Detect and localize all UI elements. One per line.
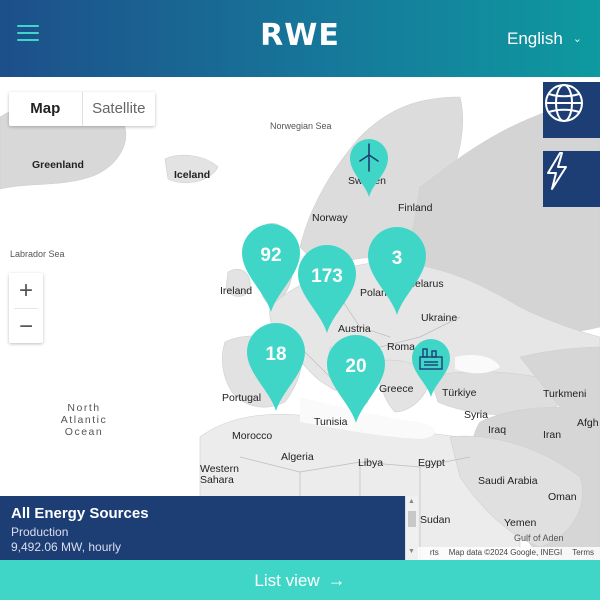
cluster-count: 92 xyxy=(260,245,282,266)
wind-turbine-icon xyxy=(350,139,388,197)
label-turkmenistan: Turkmeni xyxy=(543,388,587,400)
energy-summary-title: All Energy Sources xyxy=(11,505,149,522)
globe-button[interactable] xyxy=(543,82,600,138)
label-afghanistan: Afgh xyxy=(577,417,599,429)
label-western-sahara: Western Sahara xyxy=(200,463,239,486)
label-norway: Norway xyxy=(312,212,348,224)
label-sudan: Sudan xyxy=(420,514,451,526)
energy-summary-value: 9,492.06 MW, hourly xyxy=(11,540,122,554)
label-saudi-arabia: Saudi Arabia xyxy=(478,475,538,487)
list-view-label: List view xyxy=(254,571,320,590)
map-area[interactable]: Map Satellite + − Norwegian Sea Greenlan… xyxy=(0,77,600,560)
terms-link[interactable]: Terms xyxy=(572,548,594,557)
cluster-count: 20 xyxy=(345,356,367,377)
cluster-count: 3 xyxy=(391,248,403,269)
cluster-pin-shape xyxy=(247,322,305,411)
power-plant-icon xyxy=(412,339,450,397)
label-syria: Syria xyxy=(464,409,488,421)
label-yemen: Yemen xyxy=(504,517,537,529)
cluster-count: 173 xyxy=(311,266,343,287)
marker-turkiye-plant[interactable] xyxy=(410,337,452,399)
label-libya: Libya xyxy=(358,457,384,469)
marker-sweden-wind[interactable] xyxy=(348,137,390,199)
label-morocco: Morocco xyxy=(232,430,273,442)
panel-scrollbar[interactable]: ▲ ▼ xyxy=(405,496,418,560)
language-selector[interactable]: English ⌄ xyxy=(507,29,582,49)
map-data-text: Map data ©2024 Google, INEGI xyxy=(448,548,563,557)
label-iran: Iran xyxy=(543,429,562,441)
scroll-down-arrow-icon[interactable]: ▼ xyxy=(408,548,415,555)
globe-icon xyxy=(545,84,583,122)
app-header: RWE English ⌄ xyxy=(0,0,600,77)
label-greenland: Greenland xyxy=(32,159,84,171)
cluster-pin-shape xyxy=(327,334,385,423)
cluster-marker-poland[interactable]: 3 xyxy=(366,225,428,317)
map-type-control: Map Satellite xyxy=(9,92,155,126)
cluster-marker-uk[interactable]: 92 xyxy=(240,222,302,314)
label-gulf-of-aden: Gulf of Aden xyxy=(514,533,564,543)
cluster-count: 18 xyxy=(265,344,287,365)
label-norwegian-sea: Norwegian Sea xyxy=(270,121,332,131)
language-label: English xyxy=(507,29,563,48)
cluster-marker-iberia[interactable]: 18 xyxy=(245,321,307,413)
label-algeria: Algeria xyxy=(281,451,314,463)
zoom-control: + − xyxy=(9,273,43,343)
label-labrador-sea: Labrador Sea xyxy=(10,249,65,259)
label-finland: Finland xyxy=(398,202,433,214)
label-iraq: Iraq xyxy=(488,424,507,436)
label-north-atlantic-ocean: North Atlantic Ocean xyxy=(60,402,108,438)
label-egypt: Egypt xyxy=(418,457,445,469)
map-type-map-button[interactable]: Map xyxy=(9,92,83,126)
cluster-pin-shape xyxy=(368,226,426,315)
label-oman: Oman xyxy=(548,491,577,503)
energy-summary-panel: All Energy Sources Production 9,492.06 M… xyxy=(0,496,405,560)
cluster-pin-shape xyxy=(242,223,300,312)
scroll-up-arrow-icon[interactable]: ▲ xyxy=(408,498,415,505)
map-attribution: rts Map data ©2024 Google, INEGI Terms xyxy=(413,547,600,560)
cluster-marker-italy[interactable]: 20 xyxy=(325,333,387,425)
zoom-out-button[interactable]: − xyxy=(9,309,43,344)
keyboard-shortcuts-link[interactable]: rts xyxy=(430,548,439,557)
lightning-icon xyxy=(547,152,567,190)
zoom-in-button[interactable]: + xyxy=(9,273,43,308)
energy-summary-subtitle: Production xyxy=(11,525,69,539)
arrow-right-icon: → xyxy=(327,570,346,590)
label-iceland: Iceland xyxy=(174,169,211,181)
energy-source-button[interactable] xyxy=(543,151,600,207)
map-type-satellite-button[interactable]: Satellite xyxy=(83,92,156,126)
scrollbar-thumb[interactable] xyxy=(408,511,416,527)
list-view-button[interactable]: List view → xyxy=(0,560,600,600)
chevron-down-icon: ⌄ xyxy=(572,33,582,45)
